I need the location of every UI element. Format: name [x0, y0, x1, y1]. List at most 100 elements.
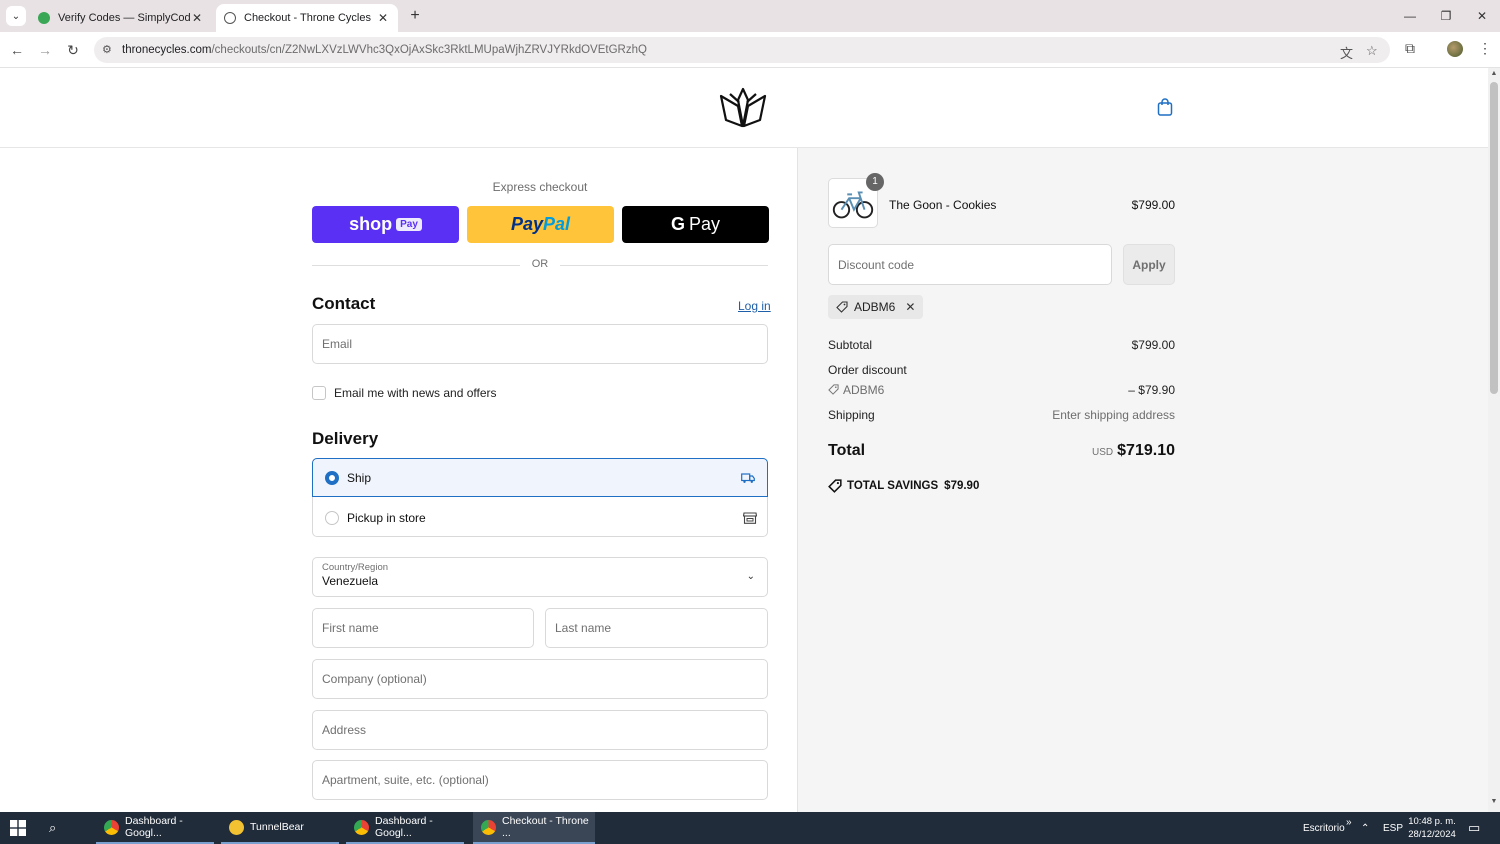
email-field[interactable]: Email	[312, 324, 768, 364]
express-checkout-label: Express checkout	[492, 180, 588, 194]
tag-icon	[836, 301, 848, 313]
throne-cycles-logo[interactable]	[718, 86, 768, 130]
taskbar-app-label: Dashboard - Googl...	[125, 815, 183, 839]
shipping-row: Shipping Enter shipping address	[828, 408, 1175, 422]
windows-start-icon[interactable]	[10, 820, 26, 836]
shopping-bag-icon[interactable]	[1157, 98, 1173, 116]
apartment-field[interactable]: Apartment, suite, etc. (optional)	[312, 760, 768, 800]
tray-chevron-up-icon[interactable]: ⌃	[1361, 812, 1369, 844]
company-placeholder: Company (optional)	[322, 672, 427, 686]
paypal-button[interactable]: Pay Pal	[467, 206, 614, 243]
pickup-label: Pickup in store	[347, 510, 426, 525]
bookmark-star-icon[interactable]: ☆	[1366, 43, 1378, 59]
delivery-heading: Delivery	[312, 429, 379, 448]
ship-option[interactable]: Ship	[312, 458, 768, 497]
address-placeholder: Address	[322, 723, 367, 737]
shipping-label: Shipping	[828, 408, 875, 422]
tag-icon	[828, 479, 842, 493]
taskbar-app-tunnelbear[interactable]: TunnelBear	[221, 812, 339, 844]
total-amount: USD $719.10	[1025, 442, 1175, 460]
browser-menu-icon[interactable]: ⋮	[1478, 40, 1492, 57]
extensions-icon[interactable]: ⧉	[1405, 40, 1415, 57]
desktop-toolbar[interactable]: Escritorio	[1303, 812, 1345, 844]
restore-icon[interactable]: ❐	[1436, 6, 1456, 26]
subtotal-value: $799.00	[1131, 338, 1175, 352]
applied-discount-chip: ADBM6 ✕	[828, 295, 924, 319]
site-settings-icon[interactable]: ⚙	[102, 43, 116, 57]
taskbar-app-chrome-2[interactable]: Dashboard - Googl...	[346, 812, 464, 844]
forward-icon[interactable]: →	[35, 40, 55, 60]
tunnelbear-icon	[229, 819, 244, 835]
address-field[interactable]: Address	[312, 710, 768, 750]
clock-date: 28/12/2024	[1408, 829, 1456, 840]
minimize-icon[interactable]: —	[1400, 6, 1420, 26]
or-divider: OR	[312, 258, 768, 272]
shop-pay-badge: Pay	[396, 218, 422, 231]
ship-radio[interactable]	[325, 470, 339, 485]
discount-amount: – $79.90	[1128, 383, 1175, 397]
remove-discount-icon[interactable]: ✕	[905, 300, 915, 314]
first-name-field[interactable]: First name	[312, 608, 534, 648]
shop-pay-button[interactable]: shop Pay	[312, 206, 459, 243]
search-icon[interactable]: ⌕	[49, 820, 56, 836]
page-scrollbar[interactable]: ▲ ▼	[1488, 68, 1500, 812]
pickup-option[interactable]: Pickup in store	[313, 498, 769, 537]
system-clock[interactable]: 10:48 p. m. 28/12/2024	[1404, 815, 1460, 841]
discount-code-placeholder: Discount code	[838, 257, 915, 272]
last-name-placeholder: Last name	[555, 621, 612, 635]
browser-tab-bar: ⌄ Verify Codes — SimplyCodes ✕ Checkout …	[0, 0, 1500, 32]
newsletter-checkbox[interactable]	[312, 386, 326, 400]
company-field[interactable]: Company (optional)	[312, 659, 768, 699]
order-discount-row: Order discount	[828, 363, 1175, 377]
scroll-thumb[interactable]	[1490, 82, 1498, 394]
discount-code-row: ADBM6 – $79.90	[828, 383, 1175, 397]
subtotal-label: Subtotal	[828, 338, 873, 352]
tab-title: Checkout - Throne Cycles	[244, 12, 371, 24]
savings-value: $79.90	[944, 480, 980, 492]
last-name-field[interactable]: Last name	[545, 608, 768, 648]
translate-icon[interactable]: 文	[1340, 43, 1353, 62]
tab-search-chevron-icon[interactable]: ⌄	[6, 6, 26, 26]
chrome-icon	[104, 819, 119, 835]
google-pay-button[interactable]: G Pay	[622, 206, 769, 243]
window-close-icon[interactable]: ✕	[1472, 6, 1492, 26]
url-path: /checkouts/cn/Z2NwLXVzLWVhc3QxOjAxSkc3Rk…	[211, 44, 647, 56]
log-in-link[interactable]: Log in	[738, 299, 771, 313]
close-tab-icon[interactable]: ✕	[376, 11, 390, 25]
scroll-down-icon[interactable]: ▼	[1488, 798, 1500, 810]
taskbar-app-label: Dashboard - Googl...	[375, 815, 433, 839]
currency-code: USD	[1092, 447, 1114, 458]
taskbar-app-chrome-3[interactable]: Checkout - Throne ...	[473, 812, 595, 844]
paypal-wordmark-b: Pal	[543, 214, 571, 234]
windows-taskbar: ⌕ Dashboard - Googl... TunnelBear Dashbo…	[0, 812, 1500, 844]
apartment-placeholder: Apartment, suite, etc. (optional)	[322, 773, 489, 787]
toolbar-expand-icon[interactable]: »	[1346, 806, 1352, 838]
pickup-radio[interactable]	[325, 510, 339, 525]
tab-simplycodes[interactable]: Verify Codes — SimplyCodes ✕	[30, 4, 212, 32]
discount-code-text: ADBM6	[843, 383, 885, 397]
ship-label: Ship	[347, 470, 372, 485]
taskbar-app-chrome-1[interactable]: Dashboard - Googl...	[96, 812, 214, 844]
total-savings: TOTAL SAVINGS $79.90	[828, 479, 979, 493]
notifications-icon[interactable]: ▭	[1468, 812, 1480, 844]
country-region-value: Venezuela	[322, 574, 379, 588]
tab-checkout[interactable]: Checkout - Throne Cycles ✕	[216, 4, 398, 32]
newsletter-option[interactable]: Email me with news and offers	[312, 386, 497, 400]
apply-discount-button[interactable]: Apply	[1123, 244, 1175, 285]
order-discount-label: Order discount	[828, 363, 907, 377]
applied-code-label: ADBM6	[854, 300, 896, 314]
input-language[interactable]: ESP	[1383, 812, 1403, 844]
reload-icon[interactable]: ↻	[63, 40, 83, 60]
country-region-select[interactable]: Country/Region Venezuela ⌄	[312, 557, 768, 597]
new-tab-button[interactable]: +	[405, 6, 425, 26]
scroll-up-icon[interactable]: ▲	[1488, 70, 1500, 82]
discount-code-input[interactable]: Discount code	[828, 244, 1112, 285]
globe-icon	[224, 12, 236, 24]
address-bar[interactable]: ⚙ thronecycles.com/checkouts/cn/Z2NwLXVz…	[94, 37, 1390, 63]
store-icon	[743, 511, 757, 524]
profile-avatar[interactable]	[1447, 41, 1463, 57]
close-tab-icon[interactable]: ✕	[190, 11, 204, 25]
back-icon[interactable]: ←	[7, 40, 27, 60]
contact-heading: Contact	[312, 294, 376, 313]
shipping-value: Enter shipping address	[1052, 408, 1175, 422]
